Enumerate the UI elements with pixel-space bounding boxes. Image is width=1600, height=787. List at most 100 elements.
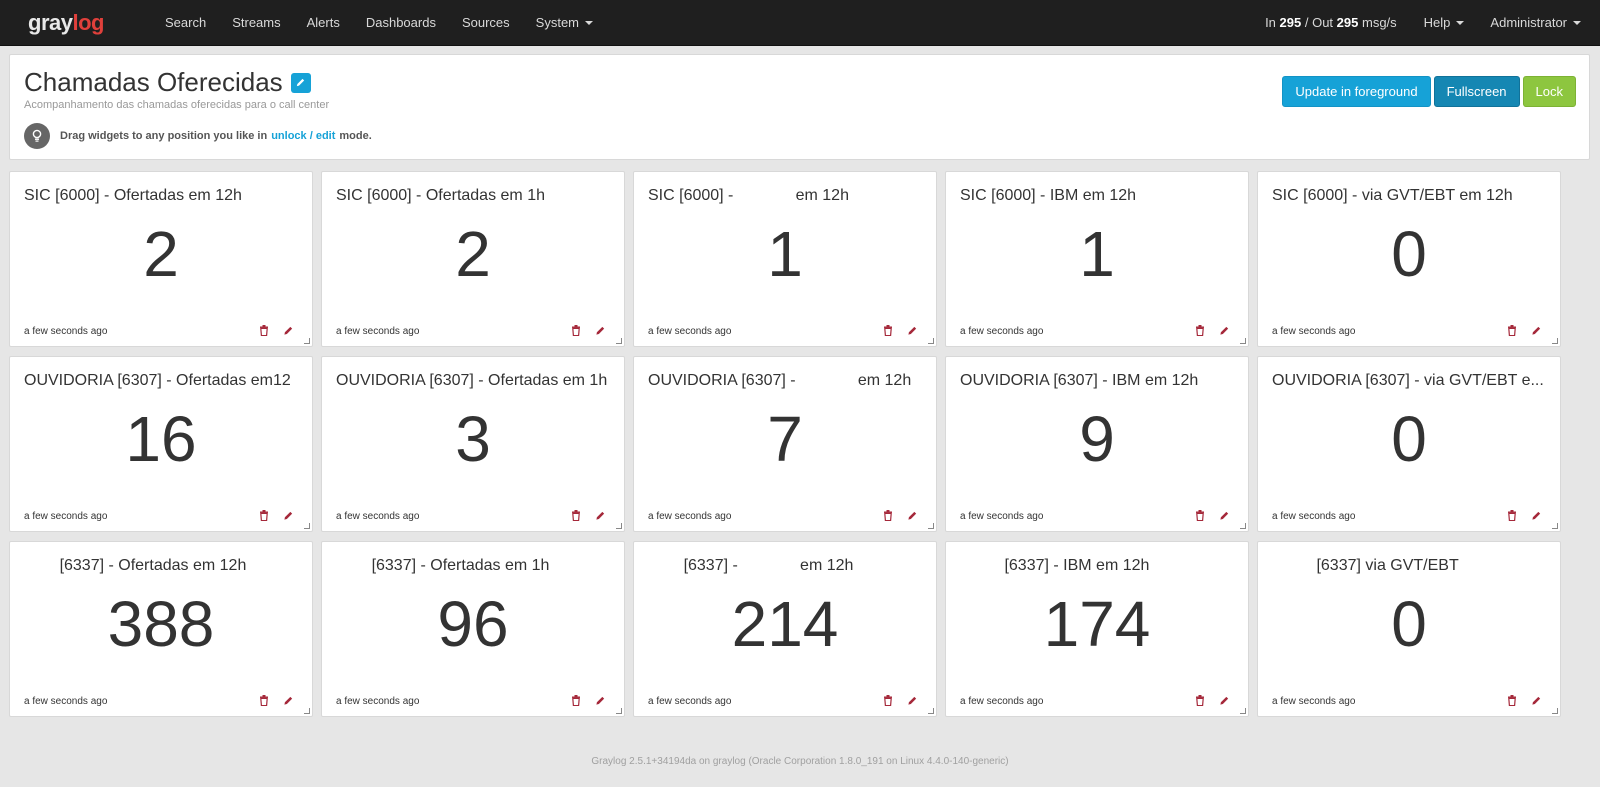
- widget-title: SIC [6000] - Ofertadas em 12h: [24, 187, 242, 204]
- count-widget[interactable]: SIC [6000] - em 12h 1 a few seconds ago: [633, 171, 937, 347]
- trash-icon[interactable]: [258, 509, 270, 521]
- widget-actions: [258, 694, 294, 706]
- unlock-edit-link[interactable]: unlock / edit: [271, 130, 335, 142]
- pencil-icon[interactable]: [1530, 694, 1542, 706]
- widget-actions: [570, 509, 606, 521]
- widget-title: [6337] via GVT/EBT: [1272, 557, 1459, 574]
- page-title: Chamadas Oferecidas: [24, 67, 311, 98]
- trash-icon[interactable]: [882, 509, 894, 521]
- widget-timestamp: a few seconds ago: [960, 326, 1044, 337]
- resize-handle[interactable]: [928, 523, 934, 529]
- count-widget[interactable]: [6337] - IBM em 12h 174 a few seconds ago: [945, 541, 1249, 717]
- trash-icon[interactable]: [570, 324, 582, 336]
- nav-user-dropdown[interactable]: Administrator: [1477, 0, 1594, 46]
- resize-handle[interactable]: [1240, 523, 1246, 529]
- widget-timestamp: a few seconds ago: [24, 696, 108, 707]
- count-widget[interactable]: [6337] - Ofertadas em 12h 388 a few second…: [9, 541, 313, 717]
- resize-handle[interactable]: [616, 338, 622, 344]
- count-widget[interactable]: OUVIDORIA [6307] - IBM em 12h 9 a few seco…: [945, 356, 1249, 532]
- widget-value: 388: [107, 588, 215, 660]
- widget-timestamp: a few seconds ago: [336, 511, 420, 522]
- resize-handle[interactable]: [616, 523, 622, 529]
- trash-icon[interactable]: [570, 694, 582, 706]
- count-widget[interactable]: [6337] - em 12h 214 a few seconds ago: [633, 541, 937, 717]
- pencil-icon[interactable]: [282, 694, 294, 706]
- nav-search[interactable]: Search: [152, 0, 219, 46]
- lock-button[interactable]: Lock: [1522, 76, 1576, 107]
- trash-icon[interactable]: [570, 509, 582, 521]
- caret-down-icon: [585, 20, 593, 25]
- nav-alerts[interactable]: Alerts: [294, 0, 353, 46]
- trash-icon[interactable]: [258, 694, 270, 706]
- resize-handle[interactable]: [928, 708, 934, 714]
- pencil-icon[interactable]: [1218, 324, 1230, 336]
- nav-help-dropdown[interactable]: Help: [1411, 0, 1478, 46]
- footer-version: Graylog 2.5.1+34194da on graylog (Oracle…: [591, 756, 1009, 767]
- widget-timestamp: a few seconds ago: [1272, 326, 1356, 337]
- edit-title-button[interactable]: [290, 72, 311, 93]
- trash-icon[interactable]: [1194, 509, 1206, 521]
- pencil-icon[interactable]: [594, 509, 606, 521]
- throughput-out-value: 295: [1336, 15, 1359, 30]
- throughput-indicator[interactable]: In 295 / Out 295 msg/s: [1251, 15, 1411, 30]
- count-widget[interactable]: OUVIDORIA [6307] - via GVT/EBT e... 0 a fe…: [1257, 356, 1561, 532]
- nav-system-dropdown[interactable]: System: [523, 0, 606, 46]
- resize-handle[interactable]: [304, 708, 310, 714]
- widget-value: 2: [143, 218, 179, 290]
- resize-handle[interactable]: [304, 523, 310, 529]
- trash-icon[interactable]: [1506, 694, 1518, 706]
- resize-handle[interactable]: [1240, 338, 1246, 344]
- widget-title: [6337] - Ofertadas em 1h: [336, 557, 550, 574]
- widget-actions: [570, 324, 606, 336]
- widget-actions: [570, 694, 606, 706]
- count-widget[interactable]: SIC [6000] - Ofertadas em 1h 2 a few secon…: [321, 171, 625, 347]
- count-widget[interactable]: SIC [6000] - via GVT/EBT em 12h 0 a few se…: [1257, 171, 1561, 347]
- widget-value: 0: [1391, 218, 1427, 290]
- pencil-icon[interactable]: [906, 694, 918, 706]
- nav-dashboards[interactable]: Dashboards: [353, 0, 449, 46]
- trash-icon[interactable]: [882, 694, 894, 706]
- resize-handle[interactable]: [1552, 338, 1558, 344]
- widget-title: SIC [6000] - via GVT/EBT em 12h: [1272, 187, 1513, 204]
- widget-title: OUVIDORIA [6307] - via GVT/EBT e...: [1272, 372, 1544, 389]
- trash-icon[interactable]: [258, 324, 270, 336]
- nav-sources[interactable]: Sources: [449, 0, 523, 46]
- trash-icon[interactable]: [1506, 509, 1518, 521]
- count-widget[interactable]: SIC [6000] - IBM em 12h 1 a few seconds ag…: [945, 171, 1249, 347]
- resize-handle[interactable]: [928, 338, 934, 344]
- pencil-icon[interactable]: [282, 324, 294, 336]
- resize-handle[interactable]: [1552, 708, 1558, 714]
- count-widget[interactable]: OUVIDORIA [6307] - em 12h 7 a few seconds …: [633, 356, 937, 532]
- fullscreen-button[interactable]: Fullscreen: [1433, 76, 1520, 107]
- widget-actions: [258, 509, 294, 521]
- pencil-icon[interactable]: [282, 509, 294, 521]
- pencil-icon[interactable]: [906, 509, 918, 521]
- update-in-foreground-button[interactable]: Update in foreground: [1282, 76, 1431, 107]
- nav-streams[interactable]: Streams: [219, 0, 293, 46]
- trash-icon[interactable]: [1194, 694, 1206, 706]
- resize-handle[interactable]: [1240, 708, 1246, 714]
- trash-icon[interactable]: [1506, 324, 1518, 336]
- widget-value: 0: [1391, 588, 1427, 660]
- count-widget[interactable]: [6337] - Ofertadas em 1h 96 a few seconds …: [321, 541, 625, 717]
- pencil-icon[interactable]: [1218, 509, 1230, 521]
- resize-handle[interactable]: [304, 338, 310, 344]
- trash-icon[interactable]: [882, 324, 894, 336]
- resize-handle[interactable]: [616, 708, 622, 714]
- pencil-icon[interactable]: [906, 324, 918, 336]
- pencil-icon[interactable]: [594, 694, 606, 706]
- widget-title: OUVIDORIA [6307] - em 12h: [648, 372, 912, 389]
- count-widget[interactable]: [6337] via GVT/EBT 0 a few seconds ago: [1257, 541, 1561, 717]
- pencil-icon[interactable]: [1530, 509, 1542, 521]
- graylog-logo[interactable]: graylog: [28, 10, 148, 36]
- count-widget[interactable]: OUVIDORIA [6307] - Ofertadas em 1h 3 a few…: [321, 356, 625, 532]
- pencil-icon[interactable]: [594, 324, 606, 336]
- widget-value: 3: [455, 403, 491, 475]
- pencil-icon[interactable]: [1218, 694, 1230, 706]
- count-widget[interactable]: OUVIDORIA [6307] - Ofertadas em12 16 a few…: [9, 356, 313, 532]
- resize-handle[interactable]: [1552, 523, 1558, 529]
- pencil-icon[interactable]: [1530, 324, 1542, 336]
- trash-icon[interactable]: [1194, 324, 1206, 336]
- widget-value: 1: [767, 218, 803, 290]
- count-widget[interactable]: SIC [6000] - Ofertadas em 12h 2 a few seco…: [9, 171, 313, 347]
